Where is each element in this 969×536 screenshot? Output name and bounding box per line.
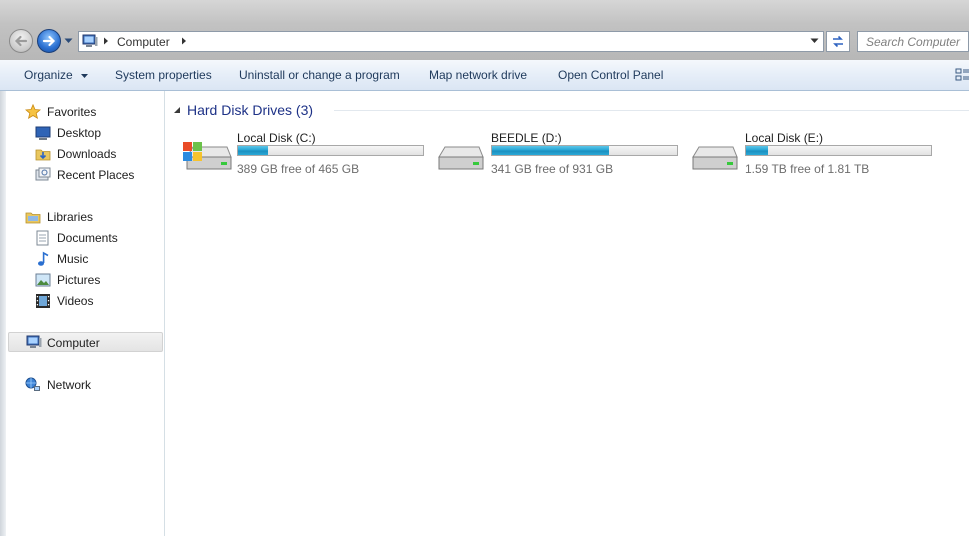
uninstall-program-button[interactable]: Uninstall or change a program [239,68,400,82]
chevron-right-icon[interactable] [103,37,109,45]
nav-label: Documents [57,231,118,245]
map-network-drive-button[interactable]: Map network drive [429,68,527,82]
pane-border [0,91,6,536]
nav-item-network[interactable]: Network [25,375,155,395]
drive-item-e[interactable]: Local Disk (E:) 1.59 TB free of 1.81 TB [691,131,941,181]
drive-usage-bar [237,145,424,156]
nav-label: Network [47,378,92,392]
chevron-down-icon [81,73,89,78]
desktop-icon [35,126,51,140]
nav-item-downloads[interactable]: Downloads [35,144,155,164]
star-icon [25,104,41,120]
title-bar: Computer [0,0,969,60]
address-segment-computer[interactable]: Computer [117,35,170,49]
nav-label: Computer [47,336,100,350]
collapse-triangle-icon[interactable] [174,107,180,113]
forward-arrow-icon [42,35,56,47]
nav-item-music[interactable]: Music [35,249,155,269]
nav-item-documents[interactable]: Documents [35,228,155,248]
nav-item-desktop[interactable]: Desktop [35,123,155,143]
nav-item-libraries[interactable]: Libraries [25,207,155,227]
drive-free-space: 1.59 TB free of 1.81 TB [745,162,870,176]
drive-item-c[interactable]: Local Disk (C:) 389 GB free of 465 GB [183,131,433,181]
drive-usage-fill [238,146,268,155]
libraries-icon [25,212,41,224]
nav-label: Desktop [57,126,102,140]
recent-pages-dropdown-icon[interactable] [64,38,73,44]
nav-item-favorites[interactable]: Favorites [25,102,155,122]
nav-label: Downloads [57,147,117,161]
open-control-panel-button[interactable]: Open Control Panel [558,68,663,82]
address-dropdown-icon[interactable] [810,38,819,44]
drive-free-space: 389 GB free of 465 GB [237,162,360,176]
drive-item-d[interactable]: BEEDLE (D:) 341 GB free of 931 GB [437,131,687,181]
drive-free-space: 341 GB free of 931 GB [491,162,614,176]
refresh-icon [833,35,843,48]
hard-drive-windows-icon [183,142,232,170]
nav-item-recent-places[interactable]: Recent Places [35,165,155,185]
nav-label: Pictures [57,273,101,287]
organize-button[interactable]: Organize [24,68,89,82]
drive-name: Local Disk (C:) [237,131,316,145]
recent-places-icon [35,167,51,181]
address-bar[interactable]: Computer [78,31,824,52]
group-divider [334,110,969,111]
system-properties-button[interactable]: System properties [115,68,212,82]
nav-label: Music [57,252,89,266]
chevron-right-icon[interactable] [181,37,187,45]
forward-button[interactable] [37,29,61,53]
drive-name: Local Disk (E:) [745,131,824,145]
downloads-folder-icon [35,149,51,161]
drive-usage-fill [746,146,768,155]
back-button[interactable] [9,29,33,53]
search-input[interactable] [857,31,969,52]
back-arrow-icon [14,35,28,47]
network-icon [25,377,40,391]
content-area: Hard Disk Drives (3) Local Disk (C:) 389… [165,91,969,536]
pictures-icon [35,273,51,287]
navigation-pane: Favorites Desktop Downloads Recent Place… [0,91,165,536]
documents-icon [36,230,49,246]
nav-label: Libraries [47,210,94,224]
group-title: Hard Disk Drives (3) [187,102,314,118]
command-bar: Organize System properties Uninstall or … [0,60,969,91]
hard-drive-icon [692,146,738,170]
nav-item-pictures[interactable]: Pictures [35,270,155,290]
nav-label: Videos [57,294,94,308]
music-note-icon [38,251,49,266]
organize-label: Organize [24,68,73,82]
nav-item-videos[interactable]: Videos [35,291,155,311]
drive-usage-bar [745,145,932,156]
group-header[interactable]: Hard Disk Drives (3) [174,102,969,118]
change-view-icon[interactable] [955,68,969,82]
nav-label: Recent Places [57,168,135,182]
computer-icon [26,335,42,348]
nav-label: Favorites [47,105,97,119]
drive-usage-fill [492,146,609,155]
refresh-button[interactable] [826,31,850,52]
film-icon [36,294,50,308]
drive-usage-bar [491,145,678,156]
nav-item-computer[interactable]: Computer [8,332,163,352]
hard-drive-icon [438,146,484,170]
drive-name: BEEDLE (D:) [491,131,562,145]
computer-icon [82,34,98,47]
